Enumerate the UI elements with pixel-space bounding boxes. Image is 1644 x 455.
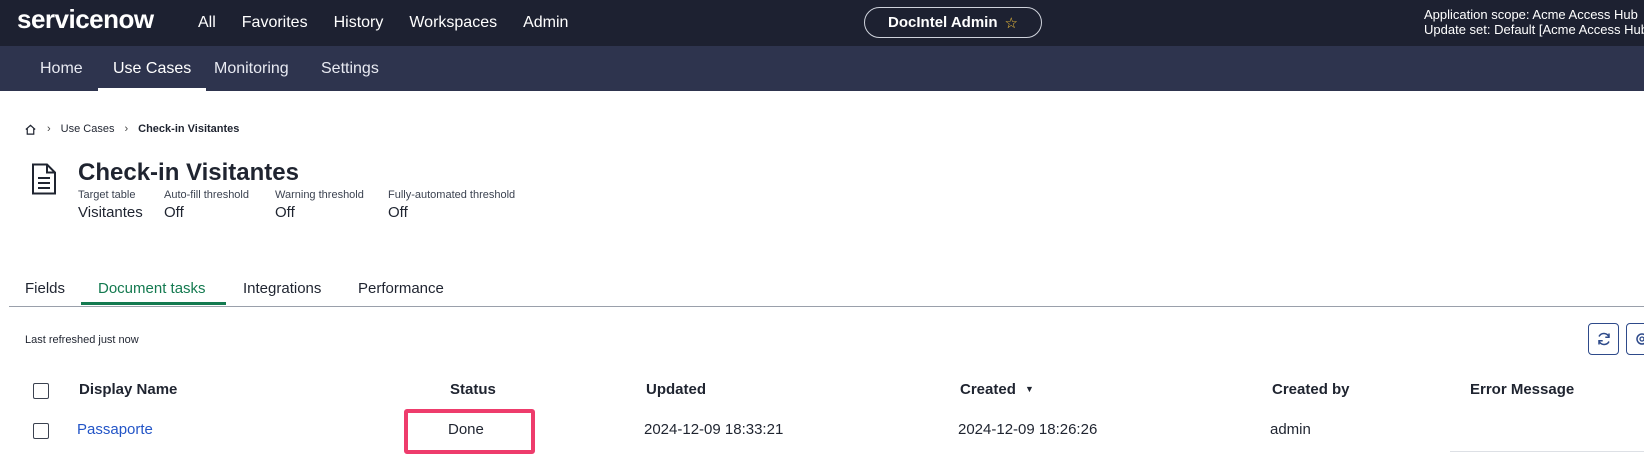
meta-value: Off [275, 204, 295, 221]
update-set: Update set: Default [Acme Access Hub [1424, 22, 1644, 37]
column-display-name[interactable]: Display Name [79, 381, 177, 398]
subnav-home[interactable]: Home [40, 46, 83, 91]
column-updated[interactable]: Updated [646, 381, 706, 398]
meta-value: Off [388, 204, 408, 221]
meta-label: Fully-automated threshold [388, 189, 516, 201]
meta-label: Auto-fill threshold [164, 189, 249, 201]
meta-label: Warning threshold [275, 189, 364, 201]
active-tab-indicator [81, 302, 226, 305]
page-title: Check-in Visitantes [78, 159, 299, 186]
tab-document-tasks[interactable]: Document tasks [98, 280, 206, 297]
row-updated: 2024-12-09 18:33:21 [644, 421, 784, 438]
workspace-pill[interactable]: DocIntel Admin ☆ [864, 7, 1042, 38]
column-status[interactable]: Status [450, 381, 496, 398]
servicenow-logo[interactable]: servicenow [17, 4, 154, 35]
meta-fully-automated-threshold: Fully-automated threshold Off [388, 189, 515, 221]
meta-value: Off [164, 204, 184, 221]
sort-desc-icon: ▼ [1025, 384, 1034, 394]
record-tabs: Fields Document tasks Integrations Perfo… [9, 268, 1644, 307]
nav-workspaces[interactable]: Workspaces [409, 14, 497, 32]
tab-fields[interactable]: Fields [25, 280, 65, 297]
nav-favorites[interactable]: Favorites [242, 14, 308, 32]
select-all-checkbox[interactable] [33, 383, 49, 399]
refresh-button[interactable] [1588, 323, 1619, 355]
meta-auto-fill-threshold: Auto-fill threshold Off [164, 189, 249, 221]
column-created[interactable]: Created ▼ [960, 381, 1034, 398]
chevron-right-icon: › [47, 123, 51, 135]
document-icon [32, 163, 56, 195]
workspace-subnav: Home Use Cases Monitoring Settings [0, 46, 1644, 91]
tab-performance[interactable]: Performance [358, 280, 444, 297]
meta-value: Visitantes [78, 204, 143, 221]
column-created-by[interactable]: Created by [1272, 381, 1350, 398]
tab-integrations[interactable]: Integrations [243, 280, 321, 297]
meta-warning-threshold: Warning threshold Off [275, 189, 364, 221]
row-created-by: admin [1270, 421, 1311, 438]
nav-history[interactable]: History [334, 14, 384, 32]
row-checkbox[interactable] [33, 423, 49, 439]
star-icon[interactable]: ☆ [1005, 14, 1018, 32]
breadcrumb-use-cases[interactable]: Use Cases [61, 123, 115, 135]
chevron-right-icon: › [124, 123, 129, 135]
subnav-use-cases[interactable]: Use Cases [98, 46, 207, 91]
column-created-label: Created [960, 381, 1016, 398]
breadcrumb-current: Check-in Visitantes [138, 123, 240, 135]
nav-admin[interactable]: Admin [523, 14, 568, 32]
status-highlight-box [404, 409, 535, 454]
breadcrumb: › Use Cases › Check-in Visitantes [24, 121, 239, 137]
top-nav: All Favorites History Workspaces Admin [198, 0, 594, 46]
meta-label: Target table [78, 189, 136, 201]
top-bar: servicenow All Favorites History Workspa… [0, 0, 1644, 46]
list-settings-button[interactable] [1626, 323, 1644, 355]
column-error-message[interactable]: Error Message [1470, 381, 1574, 398]
application-scope: Application scope: Acme Access Hub [1424, 7, 1638, 22]
subnav-monitoring[interactable]: Monitoring [214, 46, 289, 91]
scope-info[interactable]: Application scope: Acme Access Hub Updat… [1424, 7, 1644, 37]
refresh-icon [1597, 332, 1610, 346]
subnav-settings[interactable]: Settings [321, 46, 379, 91]
nav-all[interactable]: All [198, 14, 216, 32]
row-created: 2024-12-09 18:26:26 [958, 421, 1098, 438]
workspace-pill-label: DocIntel Admin [888, 14, 998, 31]
row-divider [1450, 451, 1644, 452]
last-refreshed: Last refreshed just now [25, 334, 139, 346]
meta-target-table: Target table Visitantes [78, 189, 143, 221]
row-display-name-link[interactable]: Passaporte [77, 421, 153, 438]
gear-icon [1636, 333, 1644, 345]
home-icon[interactable] [24, 123, 37, 136]
